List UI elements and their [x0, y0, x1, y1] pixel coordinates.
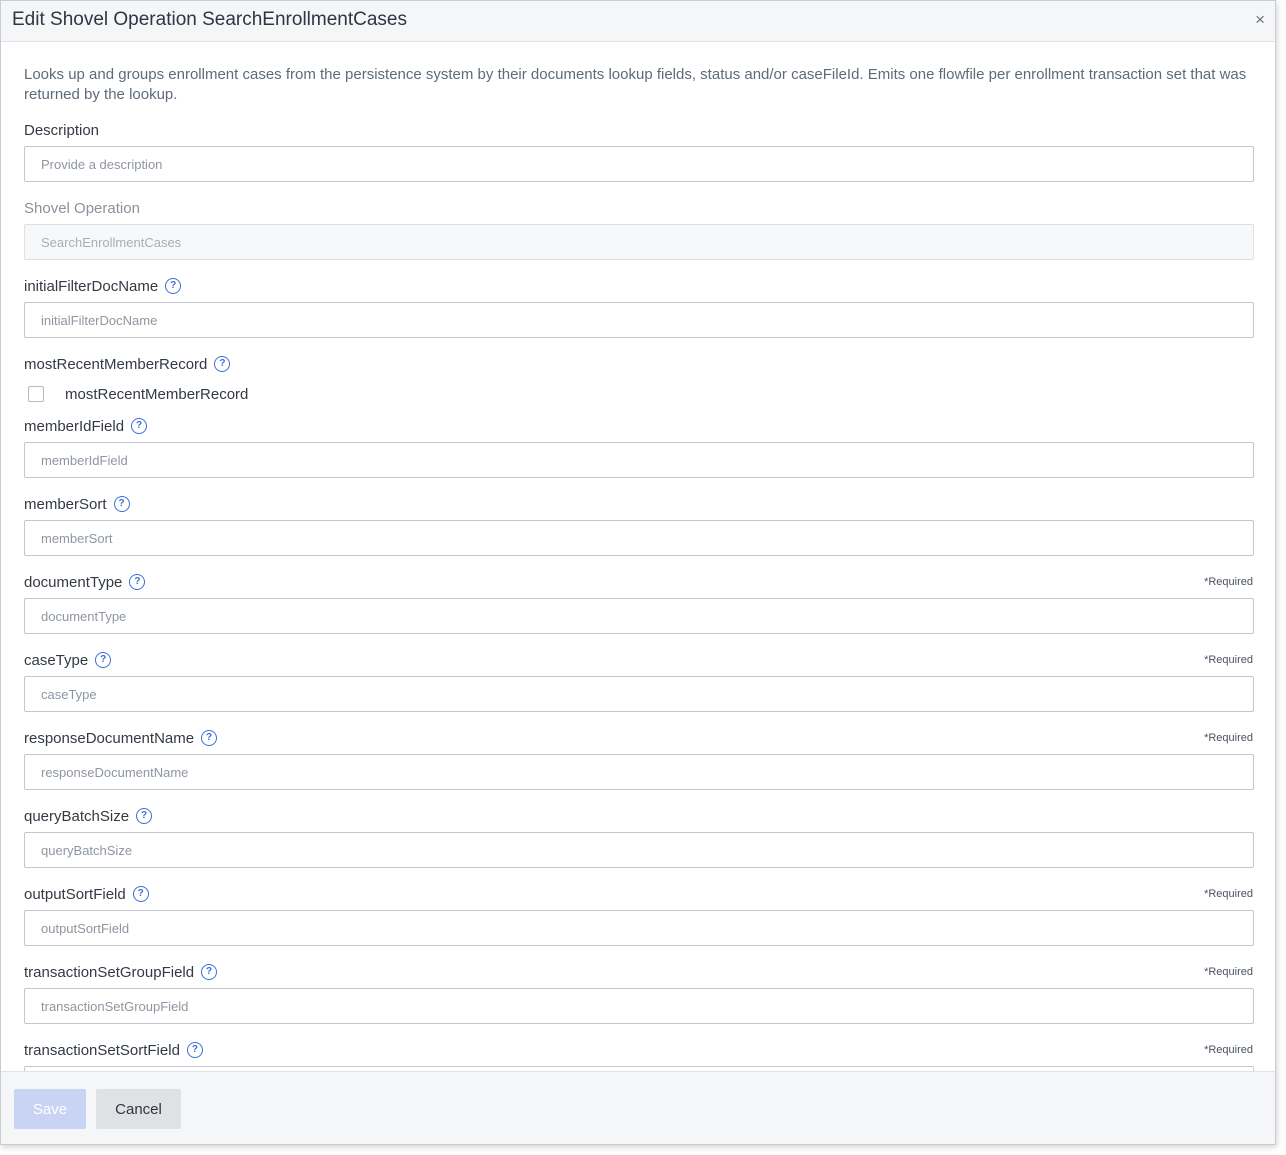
initial-filter-doc-name-label: initialFilterDocName: [24, 277, 159, 295]
response-document-name-field: responseDocumentName ? *Required: [24, 727, 1254, 790]
transaction-set-group-field-field: transactionSetGroupField ? *Required: [24, 961, 1254, 1024]
shovel-operation-label: Shovel Operation: [24, 199, 140, 217]
member-sort-input[interactable]: [24, 520, 1254, 556]
modal-footer: Save Cancel: [1, 1071, 1275, 1144]
most-recent-member-record-field: mostRecentMemberRecord ? mostRecentMembe…: [24, 353, 1253, 405]
required-indicator: *Required: [1204, 576, 1253, 588]
output-sort-field-input[interactable]: [24, 910, 1254, 946]
query-batch-size-input[interactable]: [24, 832, 1254, 868]
most-recent-member-record-checkbox[interactable]: [28, 386, 44, 402]
case-type-input[interactable]: [24, 676, 1254, 712]
member-sort-field: memberSort ?: [24, 493, 1254, 556]
cancel-button[interactable]: Cancel: [96, 1089, 181, 1129]
shovel-operation-input: [24, 224, 1254, 260]
help-icon[interactable]: ?: [214, 356, 231, 372]
case-type-field: caseType ? *Required: [24, 649, 1254, 712]
help-icon[interactable]: ?: [113, 496, 130, 512]
edit-shovel-operation-modal: Edit Shovel Operation SearchEnrollmentCa…: [0, 0, 1276, 1145]
most-recent-member-record-checkbox-row: mostRecentMemberRecord: [24, 383, 1253, 405]
help-icon[interactable]: ?: [201, 730, 218, 746]
initial-filter-doc-name-field: initialFilterDocName ?: [24, 275, 1254, 338]
document-type-label: documentType: [24, 573, 123, 591]
required-indicator: *Required: [1204, 888, 1253, 900]
initial-filter-doc-name-input[interactable]: [24, 302, 1254, 338]
description-label: Description: [24, 121, 100, 139]
query-batch-size-field: queryBatchSize ?: [24, 805, 1254, 868]
help-icon[interactable]: ?: [136, 808, 153, 824]
shovel-operation-field: Shovel Operation: [24, 197, 1254, 260]
help-icon[interactable]: ?: [165, 278, 182, 294]
required-indicator: *Required: [1204, 1044, 1253, 1056]
member-id-field-input[interactable]: [24, 442, 1254, 478]
close-icon[interactable]: ×: [1255, 11, 1265, 29]
query-batch-size-label: queryBatchSize: [24, 807, 130, 825]
transaction-set-sort-field-label: transactionSetSortField: [24, 1041, 180, 1059]
most-recent-member-record-checkbox-label[interactable]: mostRecentMemberRecord: [65, 386, 248, 403]
required-indicator: *Required: [1204, 654, 1253, 666]
required-indicator: *Required: [1204, 966, 1253, 978]
output-sort-field-field: outputSortField ? *Required: [24, 883, 1254, 946]
operation-description-text: Looks up and groups enrollment cases fro…: [24, 66, 1247, 103]
case-type-label: caseType: [24, 651, 89, 669]
member-id-field-field: memberIdField ?: [24, 415, 1254, 478]
description-input[interactable]: [24, 146, 1254, 182]
output-sort-field-label: outputSortField: [24, 885, 126, 903]
transaction-set-group-field-input[interactable]: [24, 988, 1254, 1024]
modal-title: Edit Shovel Operation SearchEnrollmentCa…: [12, 9, 407, 30]
document-type-input[interactable]: [24, 598, 1254, 634]
save-button[interactable]: Save: [14, 1089, 86, 1129]
description-field: Description: [24, 119, 1254, 182]
most-recent-member-record-label: mostRecentMemberRecord: [24, 355, 208, 373]
member-sort-label: memberSort: [24, 495, 107, 513]
response-document-name-label: responseDocumentName: [24, 729, 195, 747]
document-type-field: documentType ? *Required: [24, 571, 1254, 634]
help-icon[interactable]: ?: [132, 886, 149, 902]
help-icon[interactable]: ?: [131, 418, 148, 434]
help-icon[interactable]: ?: [186, 1042, 203, 1058]
required-indicator: *Required: [1204, 732, 1253, 744]
member-id-field-label: memberIdField: [24, 417, 125, 435]
response-document-name-input[interactable]: [24, 754, 1254, 790]
modal-header: Edit Shovel Operation SearchEnrollmentCa…: [1, 1, 1275, 42]
help-icon[interactable]: ?: [129, 574, 146, 590]
help-icon[interactable]: ?: [201, 964, 218, 980]
help-icon[interactable]: ?: [95, 652, 112, 668]
transaction-set-group-field-label: transactionSetGroupField: [24, 963, 195, 981]
modal-body: Looks up and groups enrollment cases fro…: [1, 42, 1275, 1102]
